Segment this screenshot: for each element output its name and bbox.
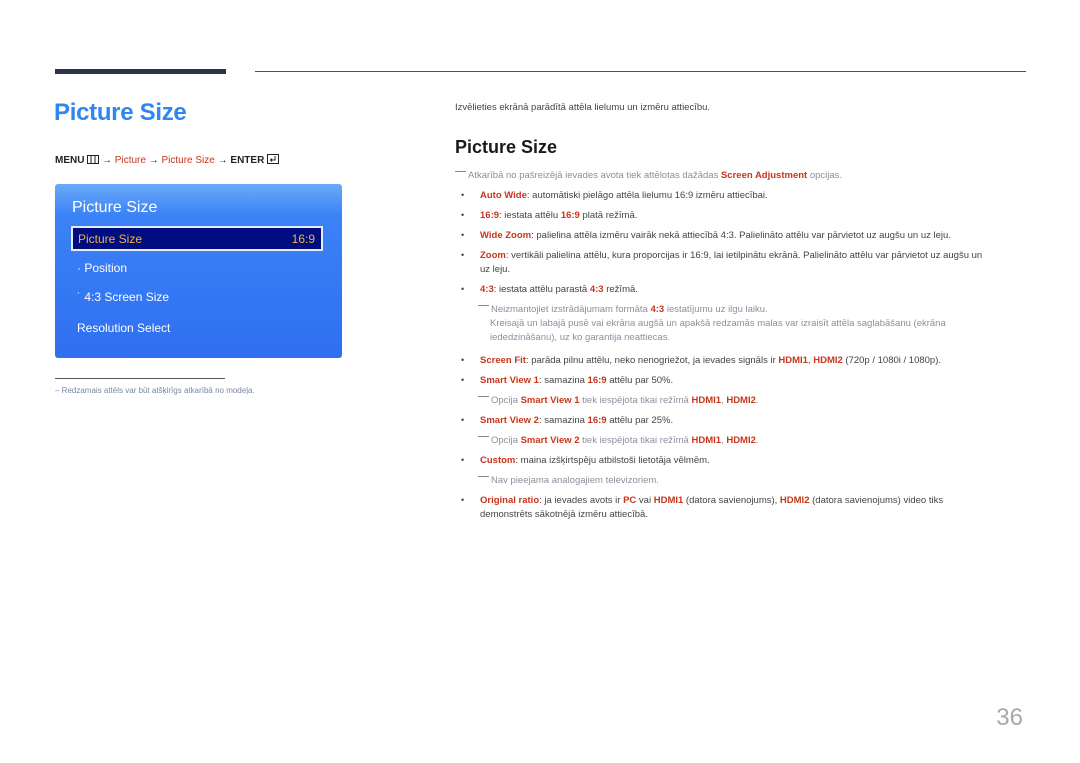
note-dash-icon [478, 305, 489, 306]
osd-item-position[interactable]: · Position [77, 261, 127, 275]
item-screen-fit: Screen Fit: parāda pilnu attēlu, neko ne… [480, 355, 942, 366]
note-dash-icon [478, 436, 489, 437]
item-smart-view-2: Smart View 2: samazina 16:9 attēlu par 2… [480, 415, 674, 426]
note-screen-adjustment: Atkarībā no pašreizējā ievades avota tie… [455, 169, 842, 183]
bullet-icon: • [461, 455, 465, 465]
item-zoom: Zoom: vertikāli palielina attēlu, kura p… [480, 250, 983, 275]
intro-text: Izvēlieties ekrānā parādītā attēla lielu… [455, 102, 711, 113]
note-smart-view-1: Opcija Smart View 1 tiek iespējota tikai… [478, 394, 759, 408]
osd-item-resolution-select[interactable]: Resolution Select [77, 321, 170, 335]
bullet-icon: • [461, 495, 465, 505]
footnote-divider [55, 378, 225, 379]
menu-sep: → [102, 155, 113, 166]
bullet-icon: • [461, 230, 465, 240]
bullet-icon: • [461, 190, 465, 200]
section-title: Picture Size [455, 137, 558, 157]
menu-sep: → [148, 155, 159, 166]
osd-title: Picture Size [72, 199, 158, 216]
item-original-ratio: Original ratio: ja ievades avots ir PC v… [480, 495, 944, 520]
bullet-icon: • [461, 250, 465, 260]
menu-label: MENU [55, 155, 85, 166]
menu-path-picture: Picture [114, 155, 146, 166]
footnote: – Redzamais attēls var būt atšķirīgs atk… [55, 386, 255, 395]
enter-label: ENTER [230, 155, 265, 166]
item-16-9: 16:9: iestata attēlu 16:9 platā režīmā. [480, 210, 638, 221]
item-auto-wide: Auto Wide: automātiski pielāgo attēla li… [480, 190, 768, 201]
menu-path-picture-size: Picture Size [161, 155, 215, 166]
note-custom: Nav pieejama analogajiem televizoriem. [478, 474, 659, 488]
menu-sep: → [217, 155, 228, 166]
bullet-icon: • [461, 355, 465, 365]
bullet-icon: • [461, 284, 465, 294]
item-custom: Custom: maina izšķirtspēju atbilstoši li… [480, 455, 710, 466]
footnote-text: Redzamais attēls var būt atšķirīgs atkar… [61, 386, 255, 395]
note-dash-icon [478, 476, 489, 477]
note-dash-icon [478, 396, 489, 397]
osd-item-43-screen-size[interactable]: ˙ 4:3 Screen Size [77, 290, 169, 304]
bullet-icon: • [461, 210, 465, 220]
osd-item-value: 16:9 [291, 232, 315, 246]
bullet-icon: • [461, 415, 465, 425]
note-smart-view-2: Opcija Smart View 2 tiek iespējota tikai… [478, 434, 759, 448]
item-4-3: 4:3: iestata attēlu parastā 4:3 režīmā. [480, 284, 638, 295]
header-bar-thick [55, 69, 226, 74]
menu-icon [87, 155, 100, 167]
header-rule [255, 71, 1026, 72]
osd-item-label: Picture Size [78, 232, 143, 246]
page-number: 36 [996, 704, 1023, 731]
item-smart-view-1: Smart View 1: samazina 16:9 attēlu par 5… [480, 375, 674, 386]
osd-menu: Picture Size Picture Size 16:9 · Positio… [55, 184, 342, 358]
enter-icon [267, 154, 280, 167]
menu-path: MENU → Picture → Picture Size → ENTER [55, 154, 280, 167]
osd-item-picture-size[interactable]: Picture Size 16:9 [71, 226, 323, 251]
item-wide-zoom: Wide Zoom: palielina attēla izmēru vairā… [480, 230, 951, 241]
page-title: Picture Size [54, 99, 187, 126]
bullet-icon: • [461, 375, 465, 385]
note-dash-icon [455, 171, 466, 172]
note-4-3: Neizmantojiet izstrādājumam formāta 4:3 … [478, 303, 946, 345]
